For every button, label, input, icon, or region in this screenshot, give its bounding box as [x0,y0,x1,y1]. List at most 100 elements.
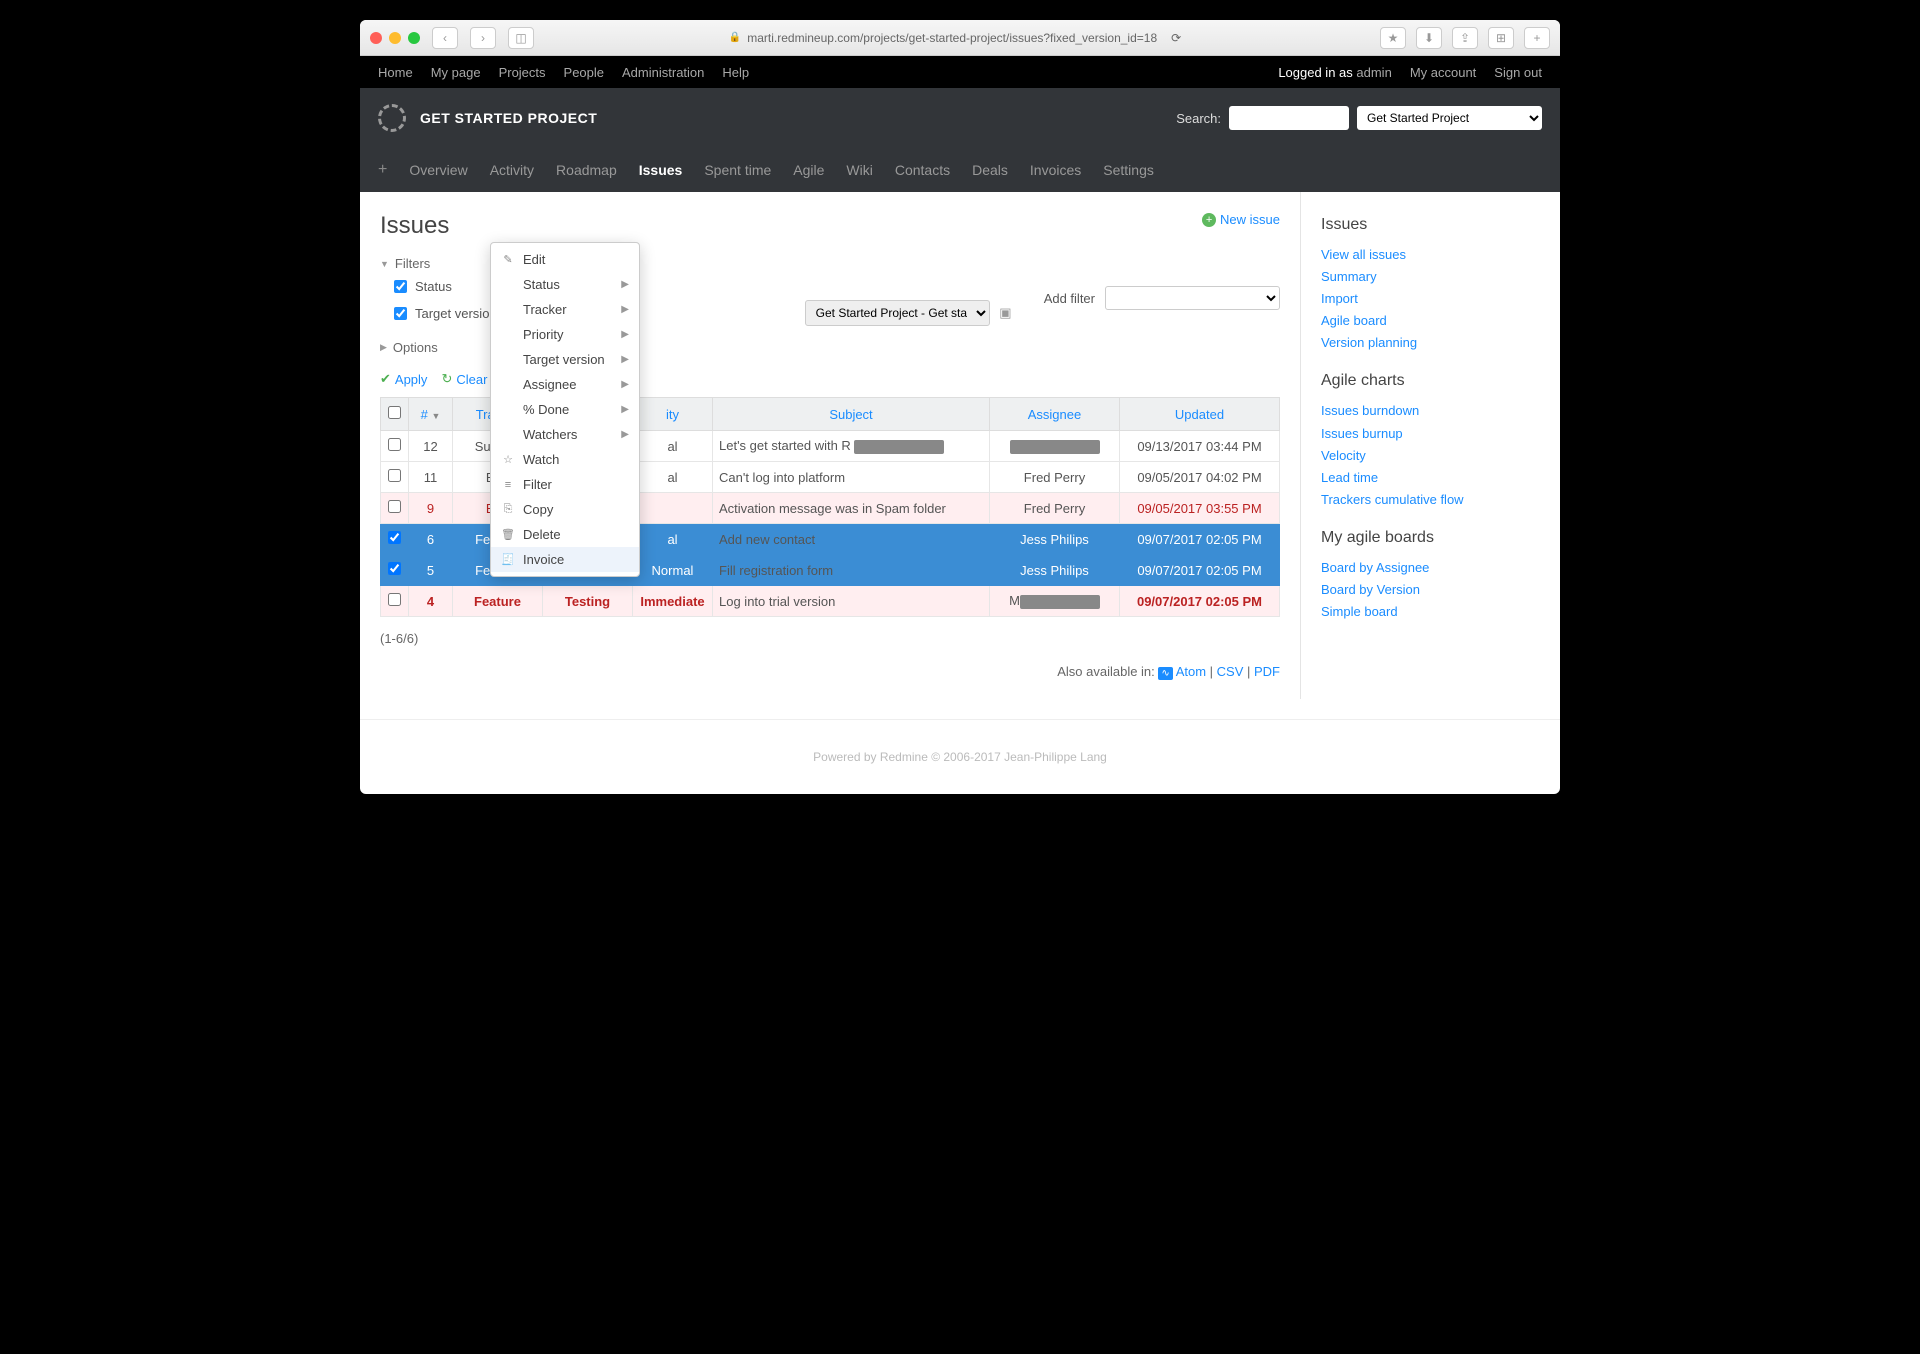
tab-overview[interactable]: Overview [409,162,467,178]
row-checkbox[interactable] [388,469,401,482]
add-tab-button[interactable]: + [378,161,387,179]
side-issues-version-planning[interactable]: Version planning [1321,332,1540,354]
ctx-icon: ☆ [501,453,515,467]
filter-targetversion-checkbox[interactable] [394,307,407,320]
ctx-edit[interactable]: ✎Edit [491,247,639,272]
ctx-status[interactable]: Status▶ [491,272,639,297]
sidebar-toggle[interactable]: ◫ [508,27,534,49]
ctx-copy[interactable]: ⎘Copy [491,497,639,522]
ctx-%-done[interactable]: % Done▶ [491,397,639,422]
cell-updated: 09/07/2017 02:05 PM [1120,524,1280,555]
side-issues-summary[interactable]: Summary [1321,266,1540,288]
col-priority[interactable]: ity [633,398,713,431]
check-icon: ✔ [380,371,391,387]
tab-roadmap[interactable]: Roadmap [556,162,617,178]
project-selector[interactable]: Get Started Project [1357,106,1542,130]
tab-wiki[interactable]: Wiki [846,162,872,178]
topmenu-mypage[interactable]: My page [431,65,481,80]
col-subject[interactable]: Subject [713,398,990,431]
address-bar[interactable]: 🔒 marti.redmineup.com/projects/get-start… [542,31,1368,45]
side-issues-view-all-issues[interactable]: View all issues [1321,244,1540,266]
new-issue-link[interactable]: + New issue [1202,212,1280,227]
close-icon[interactable] [370,32,382,44]
back-button[interactable]: ‹ [432,27,458,49]
tab-issues[interactable]: Issues [639,162,683,178]
ctx-watchers[interactable]: Watchers▶ [491,422,639,447]
row-checkbox[interactable] [388,562,401,575]
topmenu-administration[interactable]: Administration [622,65,704,80]
target-version-select[interactable]: Get Started Project - Get star [805,300,990,326]
side-charts-lead-time[interactable]: Lead time [1321,467,1540,489]
search-input[interactable] [1229,106,1349,130]
ctx-assignee[interactable]: Assignee▶ [491,372,639,397]
ctx-tracker[interactable]: Tracker▶ [491,297,639,322]
share-button[interactable]: ⇪ [1452,27,1478,49]
minimize-icon[interactable] [389,32,401,44]
topmenu-signout[interactable]: Sign out [1494,65,1542,80]
tab-contacts[interactable]: Contacts [895,162,950,178]
col-id[interactable]: # ▼ [409,398,453,431]
tab-settings[interactable]: Settings [1103,162,1154,178]
tab-spenttime[interactable]: Spent time [704,162,771,178]
ctx-icon: 🧾 [501,553,515,567]
side-boards-board-by-assignee[interactable]: Board by Assignee [1321,557,1540,579]
clear-link[interactable]: ↻Clear [441,371,487,387]
side-charts-trackers-cumulative-flow[interactable]: Trackers cumulative flow [1321,489,1540,511]
ctx-icon: 🗑 [501,528,515,542]
table-row[interactable]: 4FeatureTestingImmediateLog into trial v… [381,586,1280,617]
cell-assignee: Fred Perry [990,462,1120,493]
row-checkbox[interactable] [388,531,401,544]
user-link[interactable]: admin [1356,65,1391,80]
side-charts-issues-burndown[interactable]: Issues burndown [1321,400,1540,422]
ctx-target-version[interactable]: Target version▶ [491,347,639,372]
topmenu-projects[interactable]: Projects [499,65,546,80]
row-checkbox[interactable] [388,500,401,513]
topmenu-myaccount[interactable]: My account [1410,65,1476,80]
topmenu-people[interactable]: People [564,65,604,80]
topmenu-home[interactable]: Home [378,65,413,80]
export-csv[interactable]: CSV [1217,664,1244,679]
traffic-lights [370,32,420,44]
col-assignee[interactable]: Assignee [990,398,1120,431]
apply-link[interactable]: ✔Apply [380,371,427,387]
ctx-watch[interactable]: ☆Watch [491,447,639,472]
ctx-delete[interactable]: 🗑Delete [491,522,639,547]
ctx-priority[interactable]: Priority▶ [491,322,639,347]
side-charts-velocity[interactable]: Velocity [1321,445,1540,467]
newtab-button[interactable]: + [1524,27,1550,49]
tab-invoices[interactable]: Invoices [1030,162,1081,178]
zoom-icon[interactable] [408,32,420,44]
tab-deals[interactable]: Deals [972,162,1008,178]
tab-activity[interactable]: Activity [490,162,534,178]
ctx-icon: ✎ [501,253,515,267]
ctx-icon: ≡ [501,478,515,492]
topmenu-help[interactable]: Help [722,65,749,80]
ctx-filter[interactable]: ≡Filter [491,472,639,497]
ctx-icon [501,303,515,317]
reader-button[interactable]: ★ [1380,27,1406,49]
filters-label: Filters [395,256,430,271]
export-atom[interactable]: Atom [1176,664,1206,679]
row-checkbox[interactable] [388,593,401,606]
side-issues-agile-board[interactable]: Agile board [1321,310,1540,332]
reload-icon[interactable]: ⟳ [1171,31,1181,45]
ctx-icon [501,353,515,367]
tab-agile[interactable]: Agile [793,162,824,178]
col-updated[interactable]: Updated [1120,398,1280,431]
cell-updated: 09/07/2017 02:05 PM [1120,555,1280,586]
cell-subject: Let's get started with R [713,431,990,462]
filter-status-checkbox[interactable] [394,280,407,293]
add-filter-select[interactable] [1105,286,1280,310]
ctx-invoice[interactable]: 🧾Invoice [491,547,639,572]
side-issues-import[interactable]: Import [1321,288,1540,310]
row-checkbox[interactable] [388,438,401,451]
side-boards-simple-board[interactable]: Simple board [1321,601,1540,623]
forward-button[interactable]: › [470,27,496,49]
side-charts-issues-burnup[interactable]: Issues burnup [1321,423,1540,445]
select-all-checkbox[interactable] [388,406,401,419]
side-boards-board-by-version[interactable]: Board by Version [1321,579,1540,601]
download-button[interactable]: ⬇ [1416,27,1442,49]
version-edit-icon[interactable]: ▣ [999,305,1011,320]
tabs-button[interactable]: ⊞ [1488,27,1514,49]
export-pdf[interactable]: PDF [1254,664,1280,679]
